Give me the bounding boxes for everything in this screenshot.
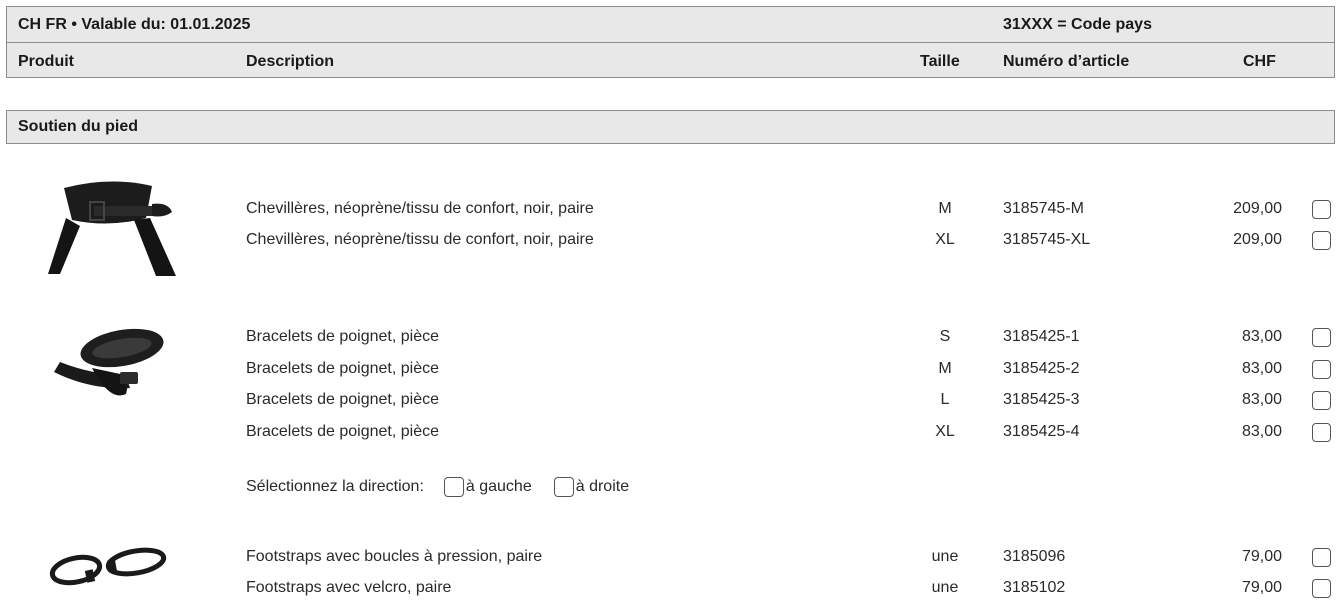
row-description: Bracelets de poignet, pièce [246,391,440,408]
validity-label: CH FR • Valable du: 01.01.2025 [18,16,251,33]
column-header-currency: CHF [1243,53,1276,70]
row-size: M [938,360,952,377]
row-price: 209,00 [1233,200,1282,217]
row-article-number: 3185425-2 [1003,360,1080,377]
direction-right-label: à droite [575,478,630,495]
row-article-number: 3185102 [1003,579,1066,596]
direction-right-checkbox[interactable] [553,477,574,497]
column-header-size: Taille [920,53,960,70]
row-size: L [940,391,950,408]
row-size: XL [935,231,955,248]
row-description: Footstraps avec boucles à pression, pair… [246,548,543,565]
header-divider [6,42,1335,43]
column-header-description: Description [246,53,335,70]
row-description: Footstraps avec velcro, paire [246,579,452,596]
row-article-number: 3185425-3 [1003,391,1080,408]
row-price: 83,00 [1241,423,1282,440]
row-select-checkbox[interactable] [1312,579,1331,598]
row-description: Bracelets de poignet, pièce [246,423,440,440]
row-select-checkbox[interactable] [1312,423,1331,442]
row-price: 83,00 [1241,360,1282,377]
direction-label: Sélectionnez la direction: [246,478,424,495]
wrist-strap-icon [54,328,164,396]
row-price: 83,00 [1241,328,1282,345]
row-price: 209,00 [1233,231,1282,248]
direction-left-checkbox[interactable] [443,477,464,497]
row-description: Chevillères, néoprène/tissu de confort, … [246,231,594,248]
row-size: une [931,548,959,565]
row-select-checkbox[interactable] [1312,548,1331,567]
row-price: 83,00 [1241,391,1282,408]
ankle-brace-icon [48,181,176,276]
column-header-product: Produit [18,53,74,70]
section-header [6,110,1335,144]
footstrap-icon [49,547,167,586]
row-description: Bracelets de poignet, pièce [246,328,440,345]
row-select-checkbox[interactable] [1312,231,1331,250]
row-size: S [939,328,951,345]
row-article-number: 3185745-M [1003,200,1084,217]
row-article-number: 3185425-1 [1003,328,1080,345]
section-title: Soutien du pied [18,118,138,135]
row-select-checkbox[interactable] [1312,200,1331,219]
row-select-checkbox[interactable] [1312,360,1331,379]
row-size: XL [935,423,955,440]
row-description: Chevillères, néoprène/tissu de confort, … [246,200,594,217]
row-size: une [931,579,959,596]
row-article-number: 3185096 [1003,548,1066,565]
row-select-checkbox[interactable] [1312,391,1331,410]
row-description: Bracelets de poignet, pièce [246,360,440,377]
row-article-number: 3185425-4 [1003,423,1080,440]
row-price: 79,00 [1241,548,1282,565]
row-select-checkbox[interactable] [1312,328,1331,347]
direction-selector: Sélectionnez la direction: à gauche à dr… [246,477,629,497]
row-price: 79,00 [1241,579,1282,596]
direction-left-label: à gauche [465,478,532,495]
row-size: M [938,200,952,217]
country-code-note: 31XXX = Code pays [1003,16,1152,33]
row-article-number: 3185745-XL [1003,231,1091,248]
column-header-article-number: Numéro d’article [1003,53,1130,70]
